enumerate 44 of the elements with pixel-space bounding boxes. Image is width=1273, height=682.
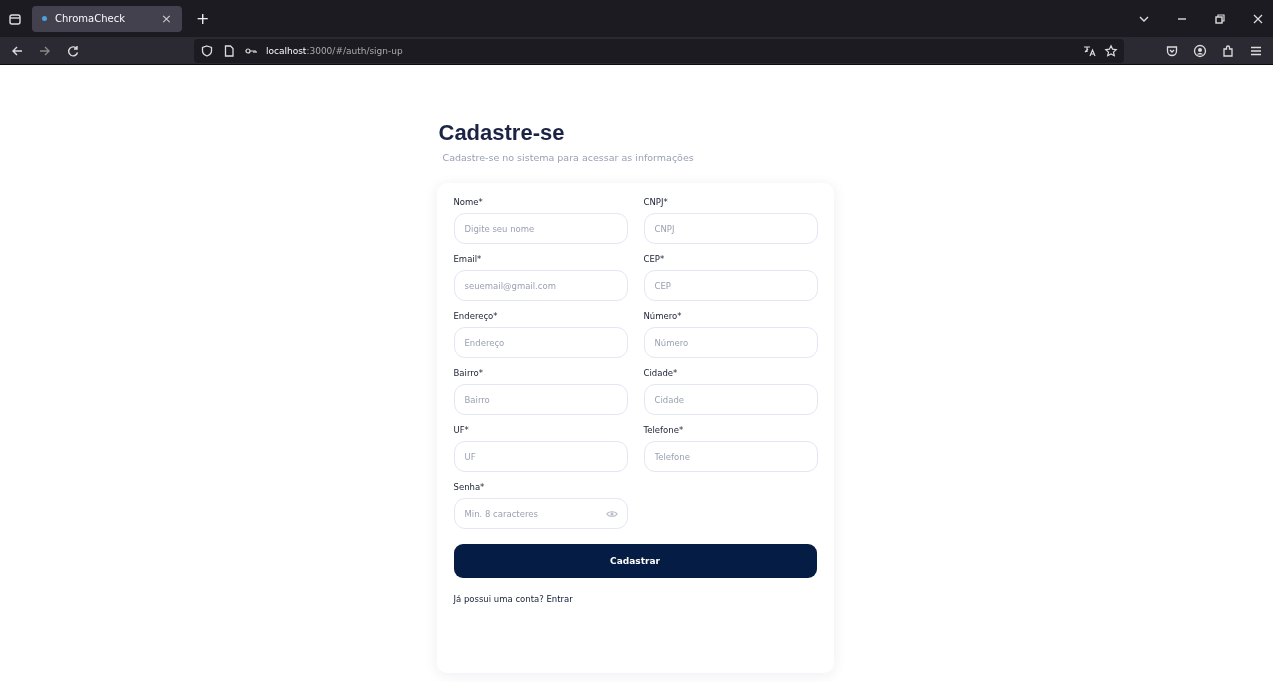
close-tab-button[interactable]: × (161, 11, 172, 26)
password-field[interactable]: Min. 8 caracteres (453, 498, 628, 529)
page-icon (222, 43, 236, 58)
field-label: Nome* (453, 197, 484, 207)
field-label: Email* (453, 254, 483, 264)
address-bar[interactable]: localhost:3000/#/auth/sign-up (194, 38, 1124, 63)
new-tab-button[interactable]: + (192, 9, 214, 28)
star-icon[interactable] (1104, 43, 1118, 58)
input-field[interactable]: seuemail@gmail.com (453, 270, 628, 301)
tab-title: ChromaCheck (55, 13, 126, 24)
input-field[interactable]: Número (643, 327, 818, 358)
tab-list-icon[interactable] (8, 11, 22, 26)
login-link[interactable]: Entrar (546, 594, 573, 604)
input-field[interactable]: Bairro (453, 384, 628, 415)
shield-icon (200, 43, 214, 58)
field-label: Endereço* (453, 311, 499, 321)
footer-text: Já possui uma conta? (453, 594, 544, 604)
input-field[interactable]: UF (453, 441, 628, 472)
restore-icon[interactable] (1213, 11, 1227, 26)
page-subtitle: Cadastre-se no sistema para acessar as informações (442, 152, 695, 163)
translate-icon[interactable] (1082, 43, 1096, 58)
field-label: Bairro* (453, 368, 484, 378)
field-label: CEP* (643, 254, 666, 264)
input-field[interactable]: Cidade (643, 384, 818, 415)
url-text: localhost:3000/#/auth/sign-up (266, 45, 403, 56)
extensions-icon[interactable] (1221, 43, 1235, 58)
input-field[interactable]: CEP (643, 270, 818, 301)
favicon-icon (42, 16, 47, 21)
field-label: Número* (643, 311, 683, 321)
input-field[interactable]: CNPJ (643, 213, 818, 244)
field-label: UF* (453, 425, 470, 435)
input-field[interactable]: Telefone (643, 441, 818, 472)
submit-button[interactable]: Cadastrar (453, 544, 817, 578)
field-label: Senha* (453, 482, 486, 492)
input-field[interactable]: Digite seu nome (453, 213, 628, 244)
field-label: CNPJ* (643, 197, 669, 207)
field-label: Telefone* (643, 425, 685, 435)
input-field[interactable]: Endereço (453, 327, 628, 358)
field-label: Cidade* (643, 368, 679, 378)
page-title: Cadastre-se (438, 120, 566, 146)
reload-icon[interactable] (66, 43, 80, 58)
account-icon[interactable] (1193, 43, 1207, 58)
browser-tab[interactable]: ChromaCheck × (32, 5, 182, 32)
pocket-icon[interactable] (1165, 43, 1179, 58)
